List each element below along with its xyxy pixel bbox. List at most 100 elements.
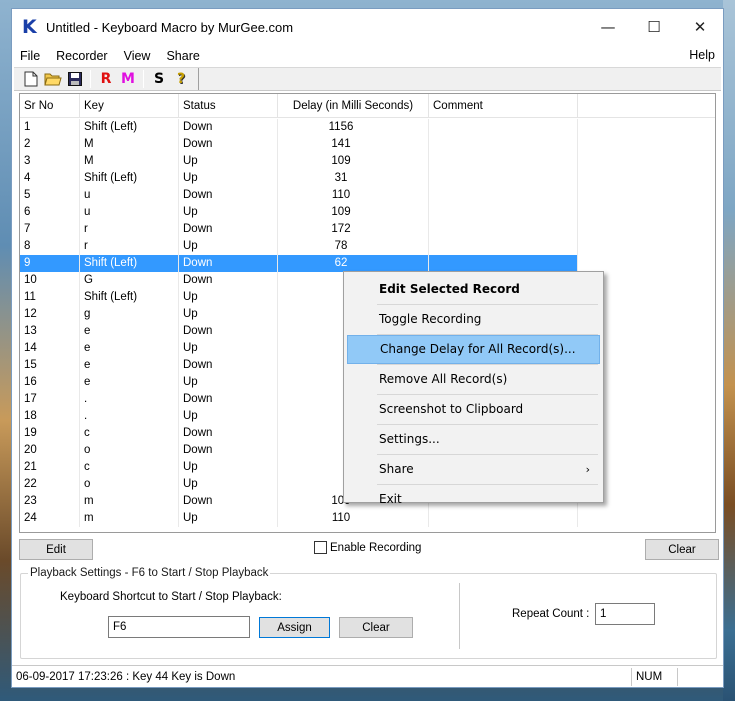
key-cell: o [80,476,179,493]
context-menu-item[interactable]: Share › [347,455,600,484]
close-button[interactable]: ✕ [677,9,723,45]
comment-cell [429,187,578,204]
key-cell: Shift (Left) [80,255,179,272]
column-header-sr-no[interactable]: Sr No [20,94,80,118]
comment-cell [429,170,578,187]
sr-no-cell: 20 [20,442,80,459]
table-row[interactable]: 9 Shift (Left) Down 62 [20,255,715,272]
window-controls: — ☐ ✕ [585,9,723,45]
sr-no-cell: 12 [20,306,80,323]
menu-file[interactable]: File [12,49,48,63]
status-cell: Down [179,323,278,340]
sr-no-cell: 17 [20,391,80,408]
table-row[interactable]: 1 Shift (Left) Down 1156 [20,119,715,136]
column-header-delay[interactable]: Delay (in Milli Seconds) [278,94,429,118]
table-row[interactable]: 6 u Up 109 [20,204,715,221]
status-cell: Down [179,136,278,153]
shortcut-input[interactable]: F6 [108,616,250,638]
maximize-button[interactable]: ☐ [631,9,677,45]
key-cell: e [80,340,179,357]
enable-recording-label: Enable Recording [330,541,422,554]
delay-cell: 31 [278,170,429,187]
key-cell: r [80,238,179,255]
column-header-key[interactable]: Key [80,94,179,118]
context-menu-item-label: Edit Selected Record [379,282,520,296]
menu-view[interactable]: View [116,49,159,63]
table-row[interactable]: 2 M Down 141 [20,136,715,153]
menu-help[interactable]: Help [689,48,715,62]
shortcut-label: Keyboard Shortcut to Start / Stop Playba… [60,591,282,603]
status-cell: Up [179,476,278,493]
key-cell: c [80,425,179,442]
table-row[interactable]: 4 Shift (Left) Up 31 [20,170,715,187]
save-disk-icon[interactable] [64,69,86,89]
sr-no-cell: 2 [20,136,80,153]
filler-cell [578,153,715,170]
status-cell: Down [179,357,278,374]
sr-no-cell: 8 [20,238,80,255]
context-menu-item[interactable]: Edit Selected Record [347,275,600,304]
delay-cell: 1156 [278,119,429,136]
status-cell: Up [179,459,278,476]
filler-cell [578,221,715,238]
key-cell: u [80,204,179,221]
status-cell: Down [179,255,278,272]
playback-settings-title: Playback Settings - F6 to Start / Stop P… [28,567,271,579]
context-menu-item[interactable]: Toggle Recording [347,305,600,334]
status-text: 06-09-2017 17:23:26 : Key 44 Key is Down [16,670,236,683]
repeat-count-input[interactable]: 1 [595,603,655,625]
sr-no-cell: 18 [20,408,80,425]
sr-no-cell: 6 [20,204,80,221]
help-question-icon: ? [176,71,186,87]
key-cell: Shift (Left) [80,170,179,187]
column-header-status[interactable]: Status [179,94,278,118]
checkbox-box[interactable] [314,541,327,554]
table-row[interactable]: 3 M Up 109 [20,153,715,170]
filler-cell [578,255,715,272]
new-file-icon[interactable] [20,69,42,89]
edit-button[interactable]: Edit [19,539,93,560]
status-cell: Up [179,340,278,357]
resize-grip[interactable] [677,667,723,686]
sr-no-cell: 24 [20,510,80,527]
context-menu-item-label: Remove All Record(s) [379,372,508,386]
sr-no-cell: 21 [20,459,80,476]
record-button[interactable]: R [95,69,117,89]
key-cell: c [80,459,179,476]
column-header-comment[interactable]: Comment [429,94,578,118]
column-header-filler [578,94,715,118]
key-cell: G [80,272,179,289]
toolbar: R M S ? [14,67,721,91]
status-cell: Down [179,442,278,459]
menu-share[interactable]: Share [158,49,207,63]
sr-no-cell: 14 [20,340,80,357]
delay-cell: 78 [278,238,429,255]
clear-shortcut-button[interactable]: Clear [339,617,413,638]
enable-recording-checkbox[interactable]: Enable Recording [314,541,421,554]
context-menu-item[interactable]: Change Delay for All Record(s)... [347,335,600,364]
context-menu-item-label: Change Delay for All Record(s)... [380,342,576,356]
status-cell: Down [179,272,278,289]
context-menu-item[interactable]: Remove All Record(s) [347,365,600,394]
delay-cell: 110 [278,187,429,204]
assign-button[interactable]: Assign [259,617,330,638]
sr-no-cell: 4 [20,170,80,187]
context-menu-item[interactable]: Settings... [347,425,600,454]
filler-cell [578,170,715,187]
table-row[interactable]: 8 r Up 78 [20,238,715,255]
comment-cell [429,255,578,272]
comment-cell [429,119,578,136]
context-menu-item[interactable]: Exit [347,485,600,514]
settings-button[interactable]: S [148,69,170,89]
menu-recorder[interactable]: Recorder [48,49,115,63]
table-row[interactable]: 7 r Down 172 [20,221,715,238]
clear-list-button[interactable]: Clear [645,539,719,560]
sr-no-cell: 23 [20,493,80,510]
table-row[interactable]: 5 u Down 110 [20,187,715,204]
key-cell: Shift (Left) [80,119,179,136]
macro-button[interactable]: M [117,69,139,89]
minimize-button[interactable]: — [585,9,631,45]
open-folder-icon[interactable] [42,69,64,89]
context-menu-item[interactable]: Screenshot to Clipboard [347,395,600,424]
help-button[interactable]: ? [170,69,192,89]
